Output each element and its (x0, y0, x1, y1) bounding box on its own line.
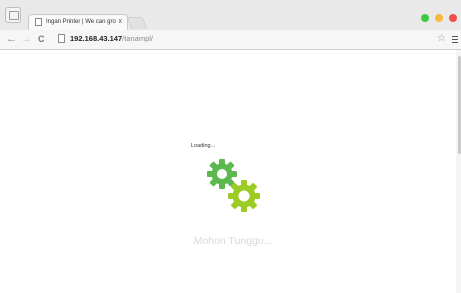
address-bar[interactable]: 192.168.43.147/tanampl/ (55, 32, 440, 46)
url-text[interactable]: 192.168.43.147/tanampl/ (70, 33, 153, 45)
new-tab-button[interactable] (126, 17, 148, 29)
url-path: /tanampl/ (122, 34, 153, 43)
url-host: 192.168.43.147 (70, 34, 123, 43)
maximize-button[interactable] (421, 14, 429, 22)
tab-strip: Ingan Printer | We can grow x (0, 0, 461, 30)
gear-dark-icon (207, 159, 237, 189)
browser-toolbar: ← → C 192.168.43.147/tanampl/ ☆ (0, 30, 461, 50)
hamburger-menu-icon[interactable] (452, 36, 458, 43)
gear-light-icon (228, 180, 260, 212)
gears-loading-icon (207, 159, 260, 212)
loading-label: Loading... (191, 143, 216, 149)
page-info-icon[interactable] (58, 34, 65, 43)
page-viewport: Loading... Mohon Tunggu... (0, 50, 461, 293)
app-menu-icon[interactable] (5, 7, 21, 23)
bookmark-star-icon[interactable]: ☆ (437, 33, 446, 45)
tab-title: Ingan Printer | We can grow (46, 19, 116, 25)
minimize-button[interactable] (435, 14, 443, 22)
wait-message: Mohon Tunggu... (193, 235, 273, 247)
browser-window: Ingan Printer | We can grow x ← → C 192.… (0, 0, 461, 293)
page-scrollbar[interactable] (456, 50, 461, 293)
page-favicon-icon (35, 18, 42, 26)
back-button[interactable]: ← (6, 33, 17, 46)
reload-button[interactable]: C (38, 33, 45, 46)
close-window-button[interactable] (449, 14, 457, 22)
tab-active[interactable]: Ingan Printer | We can grow x (28, 14, 128, 30)
tab-close-icon[interactable]: x (119, 17, 123, 27)
forward-button[interactable]: → (21, 33, 32, 46)
